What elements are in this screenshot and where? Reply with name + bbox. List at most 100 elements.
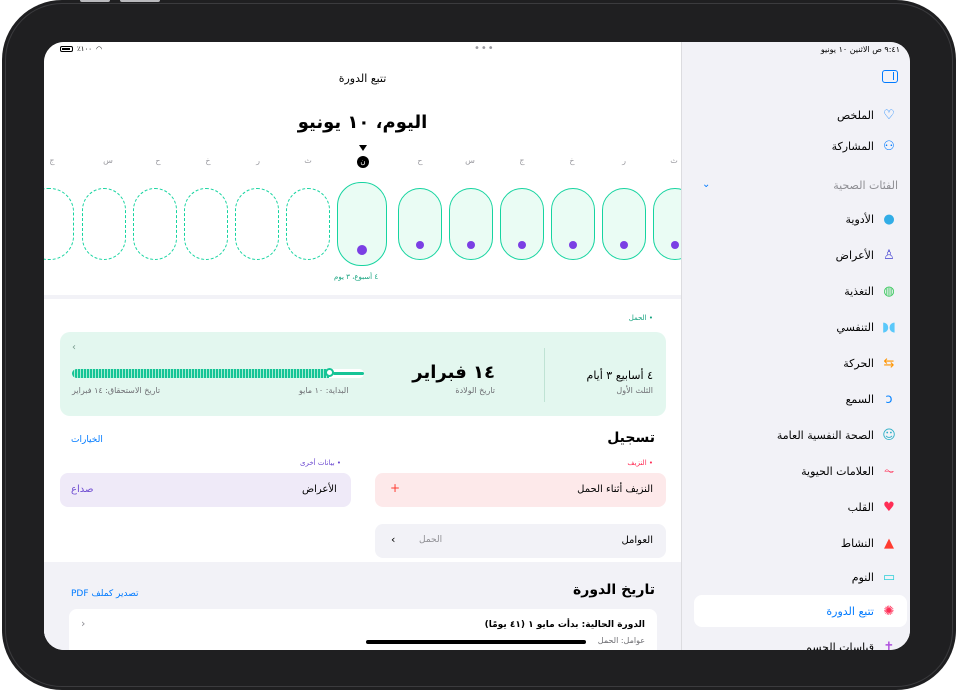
add-bleeding-plus-icon[interactable]: + [390, 481, 400, 495]
volume-button [80, 0, 110, 2]
due-date-label: تاريخ الولادة [455, 386, 495, 395]
day-letter: خ [569, 156, 575, 165]
sidebar-item-label: النشاط [840, 536, 874, 550]
day-letter: س [103, 156, 113, 165]
bleeding-section-label: • النزيف [627, 459, 653, 467]
cycle-day-pill[interactable] [551, 188, 595, 260]
sidebar-item-nutrition[interactable]: ◍ التغذية [681, 280, 910, 302]
factors-label: العوامل [621, 535, 653, 546]
chevron-left-icon[interactable]: ‹ [72, 342, 76, 353]
sidebar-item-summary[interactable]: ♡ الملخص [681, 104, 910, 126]
sidebar-item-mental-wellbeing[interactable]: ☺ الصحة النفسية العامة [681, 424, 910, 446]
sidebar-item-label: التنفسي [836, 320, 874, 334]
wifi-icon: ◠ [96, 45, 103, 53]
apple-icon: ◍ [883, 283, 895, 299]
sidebar-item-label: العلامات الحيوية [801, 464, 874, 478]
heart-outline-icon: ♡ [883, 107, 895, 123]
cycle-factors-label: عوامل: الحمل [597, 636, 645, 645]
sidebar-item-label: الأدوية [845, 212, 875, 226]
sidebar-item-label: الأعراض [835, 248, 874, 262]
cycle-day-pill[interactable] [286, 188, 330, 260]
sidebar-item-sharing[interactable]: ⚇ المشاركة [681, 135, 910, 157]
cycle-day-pill[interactable] [398, 188, 442, 260]
day-letter: ج [49, 156, 55, 165]
sidebar-item-vitals[interactable]: ⏦ العلامات الحيوية [681, 460, 910, 482]
progress-remaining [333, 372, 364, 375]
sidebar-item-activity[interactable]: ▲ النشاط [681, 532, 910, 554]
people-icon: ⚇ [883, 138, 895, 154]
status-time: ٩:٤١ ص الاثنين ١٠ يونيو [820, 45, 900, 54]
sidebar-item-label: الملخص [837, 108, 874, 122]
sidebar-item-body-measurements[interactable]: ✝ قياسات الجسم [681, 636, 910, 651]
sidebar-item-mobility[interactable]: ⇆ الحركة [681, 352, 910, 374]
sidebar-item-sleep[interactable]: ▭ النوم [681, 566, 910, 588]
logged-dot-icon [416, 241, 424, 249]
cycle-day-pill[interactable] [44, 188, 74, 260]
sidebar-item-heart[interactable]: ♥ القلب [681, 496, 910, 518]
cycle-icon: ✺ [883, 603, 895, 619]
ear-icon: ↄ [885, 391, 893, 407]
day-letter: ث [304, 156, 312, 165]
logged-dot-icon [620, 241, 628, 249]
chevron-right-icon[interactable]: › [81, 617, 85, 630]
flame-icon: ▲ [884, 535, 894, 551]
sidebar-item-label: النوم [851, 570, 874, 584]
cycle-day-pill[interactable] [449, 188, 493, 260]
cycle-day-pill[interactable] [82, 188, 126, 260]
pills-icon: ● [883, 211, 895, 227]
pregnancy-week-note: ٤ أسبوع، ٣ يوم [334, 273, 379, 281]
sidebar-item-label: القلب [847, 500, 874, 514]
pregnancy-progress-bar [72, 369, 364, 378]
sidebar-item-hearing[interactable]: ↄ السمع [681, 388, 910, 410]
symptoms-value: صداع [71, 484, 94, 495]
home-indicator[interactable] [366, 640, 586, 644]
options-link[interactable]: الخيارات [71, 435, 103, 445]
body-icon: ✝ [883, 639, 895, 651]
sidebar-item-symptoms[interactable]: ♙ الأعراض [681, 244, 910, 266]
section-divider [44, 295, 681, 299]
other-data-section-label: • بيانات أخرى [300, 459, 342, 467]
sidebar-item-respiratory[interactable]: ◖◗ التنفسي [681, 316, 910, 338]
due-date-caption: تاريخ الاستحقاق: ١٤ فبراير [72, 386, 161, 395]
sidebar-toggle-icon[interactable] [882, 70, 898, 83]
bleeding-item-label: النزيف أثناء الحمل [577, 484, 653, 495]
bed-icon: ▭ [882, 569, 896, 585]
chevron-left-icon[interactable]: ‹ [391, 533, 395, 546]
cycle-day-pill[interactable] [602, 188, 646, 260]
day-letter: خ [205, 156, 211, 165]
logged-dot-icon [671, 241, 679, 249]
logged-dot-icon [357, 245, 367, 255]
logged-dot-icon [467, 241, 475, 249]
sidebar-item-label: المشاركة [831, 139, 874, 153]
factors-value: الحمل [419, 535, 443, 545]
progress-fill [72, 369, 329, 378]
start-date-caption: البداية: ١٠ مايو [299, 386, 349, 395]
cycle-day-pill[interactable] [500, 188, 544, 260]
day-letter: ث [670, 156, 678, 165]
day-letter: س [465, 156, 475, 165]
today-pointer-icon [359, 145, 367, 151]
multitasking-dots-icon[interactable]: ••• [474, 43, 495, 54]
history-title: تاريخ الدورة [573, 582, 655, 598]
cycle-day-pill[interactable] [235, 188, 279, 260]
cycle-day-pill[interactable] [133, 188, 177, 260]
sidebar-item-label: الصحة النفسية العامة [776, 428, 874, 442]
export-pdf-link[interactable]: تصدير كملف PDF [71, 589, 139, 599]
today-letter-marker: ن [357, 156, 369, 168]
day-strip: ج س ح خ ر ث ن ح س ج خ ر ث [44, 156, 681, 170]
trimester-label: الثلث الأول [616, 386, 653, 395]
sidebar: ٩:٤١ ص الاثنين ١٠ يونيو ♡ الملخص ⚇ المشا… [681, 42, 910, 650]
today-heading: اليوم، ١٠ يونيو [297, 112, 428, 133]
day-letter: ح [155, 156, 161, 165]
day-letter: ر [622, 156, 626, 165]
vitals-icon: ⏦ [883, 463, 895, 479]
day-letter: ح [417, 156, 423, 165]
cycle-day-pill[interactable] [184, 188, 228, 260]
sidebar-item-medications[interactable]: ● الأدوية [681, 208, 910, 230]
mind-icon: ☺ [882, 427, 896, 443]
sidebar-item-cycle-tracking[interactable]: ✺ تتبع الدورة [681, 600, 910, 622]
sidebar-item-label: قياسات الجسم [805, 640, 874, 651]
cycle-day-pill-today[interactable] [337, 182, 387, 266]
day-letter: ج [519, 156, 525, 165]
chevron-down-icon[interactable]: ⌄ [702, 179, 710, 190]
